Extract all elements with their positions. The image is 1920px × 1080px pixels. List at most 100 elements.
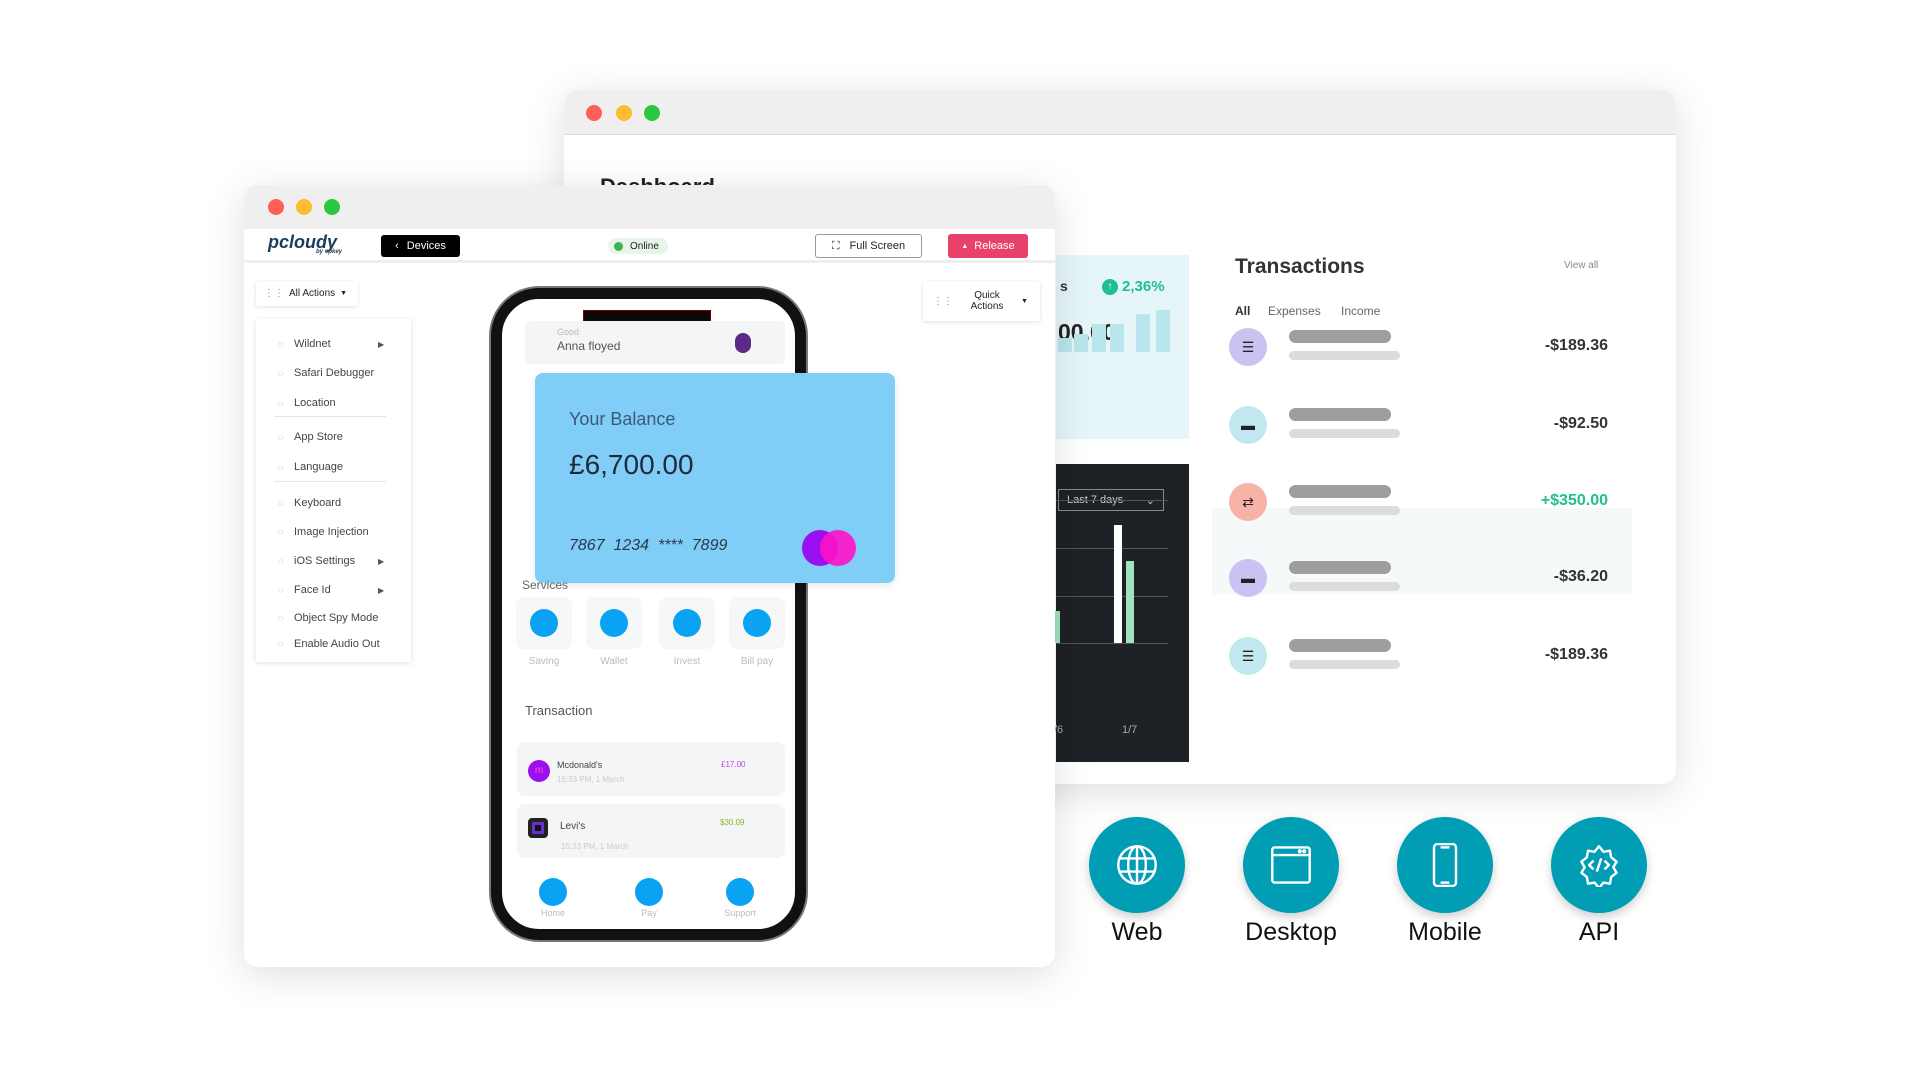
menu-item-wildnet[interactable]: ◌ Wildnet ▶: [278, 338, 384, 350]
globe-icon: [1117, 845, 1157, 885]
platform-api-button[interactable]: [1551, 817, 1647, 913]
stats-label: s: [1060, 278, 1068, 294]
gridline: [1056, 643, 1168, 644]
levis-logo-icon: [528, 818, 548, 838]
fullscreen-button[interactable]: ⛶ Full Screen: [815, 234, 922, 258]
menu-item-label: Keyboard: [294, 497, 342, 509]
release-label: Release: [974, 240, 1015, 252]
platform-label: Web: [1111, 918, 1163, 946]
store-icon: ▬: [1229, 559, 1267, 597]
release-button[interactable]: ▲ Release: [948, 234, 1028, 258]
maximize-button[interactable]: [644, 105, 660, 121]
nav-home[interactable]: [539, 878, 567, 906]
transaction-row[interactable]: Levi's 15:33 PM, 1 March $30.09: [517, 804, 785, 858]
transaction-amount: -$189.36: [1544, 337, 1608, 354]
card-number: 7867 1234 **** 7899: [569, 537, 728, 554]
placeholder-title: [1289, 330, 1391, 343]
chart-card: Last 7 days ⌄: [1056, 464, 1189, 762]
menu-item-label: Safari Debugger: [294, 367, 375, 379]
all-actions-dropdown[interactable]: ⋮⋮ All Actions ▼: [256, 281, 358, 306]
nav-pay[interactable]: [635, 878, 663, 906]
service-saving[interactable]: [516, 597, 572, 649]
card-brand-icon-2: [820, 530, 856, 566]
burger-icon: ☰: [1229, 328, 1267, 366]
platform-desktop-button[interactable]: [1243, 817, 1339, 913]
mcdonalds-logo-icon: m: [528, 760, 550, 782]
platform-web-button[interactable]: [1089, 817, 1185, 913]
menu-item-app-store[interactable]: ◌ App Store: [278, 431, 343, 443]
menu-divider: [274, 416, 386, 417]
nav-label: Home: [540, 908, 565, 918]
menu-item-safari-debugger[interactable]: ◌ Safari Debugger: [278, 367, 374, 379]
online-dot-icon: [614, 241, 623, 251]
platform-mobile-button[interactable]: [1397, 817, 1493, 913]
platform-label: Mobile: [1408, 918, 1482, 946]
actions-menu: ◌ Wildnet ▶ ◌ Safari Debugger ◌ Location ◌ App S…: [256, 319, 411, 662]
chevron-left-icon: ‹: [395, 240, 399, 252]
transaction-amount: £17.00: [721, 760, 746, 769]
mini-bar: [1092, 324, 1106, 352]
logo-subtext: by opkey: [316, 249, 343, 255]
pcloudy-logo: pcloudy by opkey: [268, 232, 342, 255]
menu-item-label: Object Spy Mode: [294, 612, 379, 624]
nav-support[interactable]: [726, 878, 754, 906]
menu-item-label: Wildnet: [294, 338, 331, 350]
transfer-icon: ⇄: [1229, 483, 1267, 521]
mini-bar: [1156, 310, 1170, 352]
grid-dots-icon: ⋮⋮: [264, 288, 284, 299]
menu-item-language[interactable]: ◌ Language: [278, 461, 343, 473]
maximize-button[interactable]: [324, 199, 340, 215]
platform-label: Desktop: [1245, 918, 1337, 946]
menu-item-keyboard[interactable]: ◌ Keyboard: [278, 497, 341, 509]
menu-divider: [274, 481, 386, 482]
mini-bar: [1110, 324, 1124, 352]
browser-window-icon: [1271, 846, 1311, 884]
store-icon: ▬: [1229, 406, 1267, 444]
menu-item-location[interactable]: ◌ Location: [278, 397, 336, 409]
minimize-button[interactable]: [296, 199, 312, 215]
transaction-amount: -$36.20: [1553, 568, 1608, 585]
menu-item-object-spy-mode[interactable]: ◌ Object Spy Mode: [278, 612, 378, 624]
service-invest[interactable]: [659, 597, 715, 649]
menu-item-label: Enable Audio Out: [294, 638, 380, 650]
close-button[interactable]: [586, 105, 602, 121]
toolbar: pcloudy by opkey ‹ Devices Online ⛶ Full S…: [244, 229, 1055, 263]
placeholder-subtitle: [1289, 660, 1400, 669]
tab-all[interactable]: All: [1235, 304, 1250, 318]
x-tick-label: /6: [1054, 724, 1064, 736]
menu-item-image-injection[interactable]: ◌ Image Injection: [278, 526, 369, 538]
mini-bar: [1074, 334, 1088, 352]
mini-bar: [1058, 338, 1072, 352]
avatar: [735, 333, 751, 353]
quick-actions-dropdown[interactable]: ⋮⋮ Quick Actions ▼: [923, 281, 1040, 321]
service-label: Wallet: [600, 656, 628, 667]
close-button[interactable]: [268, 199, 284, 215]
tab-expenses[interactable]: Expenses: [1268, 304, 1321, 318]
user-name: Anna floyed: [557, 339, 621, 353]
gridline: [1056, 548, 1168, 549]
platform-label: API: [1578, 918, 1620, 946]
transaction-amount: $30.09: [720, 818, 745, 827]
service-bill-pay[interactable]: [729, 597, 785, 649]
menu-item-ios-settings[interactable]: ◌ iOS Settings ▶: [278, 555, 384, 567]
service-wallet[interactable]: [586, 597, 642, 649]
menu-item-face-id[interactable]: ◌ Face Id ▶: [278, 584, 384, 596]
services-title: Services: [522, 578, 569, 592]
face-id-icon: ◌: [278, 585, 284, 595]
chart-bar: [1126, 561, 1134, 643]
transaction-amount: -$189.36: [1544, 646, 1608, 663]
title-bar: [564, 90, 1676, 135]
status-text: Online: [630, 240, 659, 252]
transactions-title: Transactions: [1235, 255, 1365, 278]
eject-icon: ▲: [961, 242, 969, 250]
speaker-icon: ◌: [278, 639, 284, 649]
tab-income[interactable]: Income: [1341, 304, 1380, 318]
minimize-button[interactable]: [616, 105, 632, 121]
devices-button[interactable]: ‹ Devices: [381, 235, 460, 257]
menu-item-enable-audio-out[interactable]: ◌ Enable Audio Out: [278, 638, 380, 650]
transaction-row[interactable]: m Mcdonald's 16:33 PM, 1 March £17.00: [517, 742, 785, 796]
balance-amount: £6,700.00: [569, 449, 694, 480]
location-pin-icon: ◌: [278, 398, 284, 408]
view-all-link[interactable]: View all: [1564, 260, 1598, 271]
submenu-arrow-icon: ▶: [378, 585, 385, 595]
